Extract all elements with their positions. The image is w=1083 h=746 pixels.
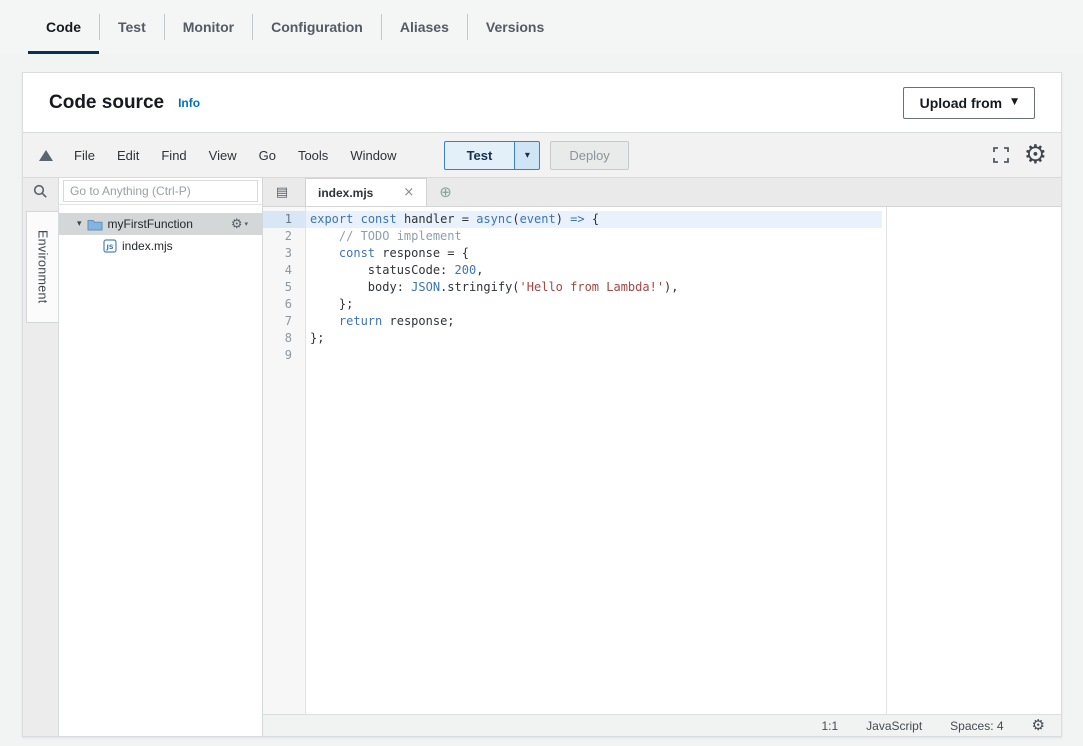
tab-monitor[interactable]: Monitor: [165, 0, 252, 54]
code-editor: ▤ index.mjs × ⊕ 123456789 export const h…: [263, 178, 1061, 736]
search-icon[interactable]: [23, 178, 58, 205]
gutter-line-2[interactable]: 2: [263, 228, 305, 245]
editor-tab-bar: ▤ index.mjs × ⊕: [263, 178, 1061, 207]
editor-workspace: Environment ▾ myFirstFu: [23, 178, 1061, 736]
gutter-line-3[interactable]: 3: [263, 245, 305, 262]
fullscreen-icon[interactable]: [992, 146, 1010, 164]
test-split-button: Test ▾: [444, 141, 541, 170]
gutter-line-9[interactable]: 9: [263, 347, 305, 364]
js-file-icon: JS: [103, 239, 117, 253]
tab-aliases[interactable]: Aliases: [382, 0, 467, 54]
tab-code[interactable]: Code: [28, 0, 99, 54]
tree-expander-icon[interactable]: ▾: [77, 219, 82, 229]
tree-settings-button[interactable]: ⚙ ▾: [231, 218, 248, 231]
code-content[interactable]: export const handler = async(event) => {…: [306, 207, 1061, 714]
code-source-panel: Code source Info Upload from ▼ FileEditF…: [22, 72, 1062, 737]
tab-list-icon[interactable]: ▤: [269, 178, 295, 206]
code-line-9[interactable]: [306, 347, 1061, 364]
function-tab-bar: CodeTestMonitorConfigurationAliasesVersi…: [0, 0, 1083, 54]
code-line-4[interactable]: statusCode: 200,: [306, 262, 1061, 279]
environment-label: Environment: [36, 230, 50, 303]
spaces-setting[interactable]: Spaces: 4: [950, 719, 1003, 733]
environment-tab[interactable]: Environment: [26, 211, 58, 323]
tab-test[interactable]: Test: [100, 0, 164, 54]
code-line-6[interactable]: };: [306, 296, 1061, 313]
editor-status-bar: 1:1 JavaScript Spaces: 4 ⚙: [263, 714, 1061, 736]
menu-file[interactable]: File: [63, 142, 106, 169]
menu-view[interactable]: View: [198, 142, 248, 169]
code-line-7[interactable]: return response;: [306, 313, 1061, 330]
code-source-header: Code source Info Upload from ▼: [23, 73, 1061, 133]
add-tab-icon[interactable]: ⊕: [439, 185, 452, 200]
code-line-8[interactable]: };: [306, 330, 1061, 347]
upload-from-button[interactable]: Upload from ▼: [903, 87, 1035, 119]
gutter-line-4[interactable]: 4: [263, 262, 305, 279]
chevron-down-icon: ▾: [244, 220, 248, 228]
test-dropdown-button[interactable]: ▾: [514, 141, 540, 170]
gutter-line-1[interactable]: 1: [263, 211, 305, 228]
menu-edit[interactable]: Edit: [106, 142, 150, 169]
upload-from-label: Upload from: [920, 95, 1002, 111]
tab-versions[interactable]: Versions: [468, 0, 562, 54]
menu-find[interactable]: Find: [150, 142, 197, 169]
toolbar-right-icons: ⚙: [992, 142, 1061, 168]
tab-configuration[interactable]: Configuration: [253, 0, 381, 54]
editor-toolbar: FileEditFindViewGoToolsWindow Test ▾ Dep…: [23, 133, 1061, 178]
status-gear-icon[interactable]: ⚙: [1032, 718, 1045, 733]
gear-icon: ⚙: [231, 218, 243, 231]
close-icon[interactable]: ×: [403, 185, 414, 200]
code-line-1[interactable]: export const handler = async(event) => {: [306, 211, 882, 228]
file-tree: ▾ myFirstFunction ⚙ ▾: [59, 205, 262, 257]
code-area: 123456789 export const handler = async(e…: [263, 207, 1061, 714]
menu-go[interactable]: Go: [248, 142, 287, 169]
goto-anything-row: [59, 178, 262, 205]
menu-window[interactable]: Window: [339, 142, 407, 169]
menu-tools[interactable]: Tools: [287, 142, 339, 169]
tree-folder-row[interactable]: ▾ myFirstFunction ⚙ ▾: [59, 213, 262, 235]
file-tree-panel: ▾ myFirstFunction ⚙ ▾: [59, 178, 263, 736]
gutter-line-7[interactable]: 7: [263, 313, 305, 330]
folder-name: myFirstFunction: [108, 217, 193, 231]
code-line-2[interactable]: // TODO implement: [306, 228, 1061, 245]
folder-icon: [87, 218, 103, 231]
deploy-button[interactable]: Deploy: [550, 141, 628, 170]
line-number-gutter: 123456789: [263, 207, 306, 714]
page-title: Code source: [49, 92, 164, 114]
file-name: index.mjs: [122, 239, 173, 253]
gutter-line-8[interactable]: 8: [263, 330, 305, 347]
svg-text:JS: JS: [105, 243, 113, 251]
chevron-down-icon: ▼: [1011, 98, 1018, 107]
left-rail: Environment: [23, 178, 59, 736]
editor-tab-label: index.mjs: [318, 186, 373, 200]
test-button[interactable]: Test: [444, 141, 515, 170]
code-line-3[interactable]: const response = {: [306, 245, 1061, 262]
gutter-line-6[interactable]: 6: [263, 296, 305, 313]
gutter-line-5[interactable]: 5: [263, 279, 305, 296]
language-mode[interactable]: JavaScript: [866, 719, 922, 733]
editor-tab-index-mjs[interactable]: index.mjs ×: [305, 178, 427, 206]
settings-gear-icon[interactable]: ⚙: [1024, 142, 1047, 168]
cloud9-logo-icon: [39, 150, 53, 161]
tree-file-row[interactable]: JS index.mjs: [59, 235, 262, 257]
info-link[interactable]: Info: [178, 96, 200, 110]
editor-menubar: FileEditFindViewGoToolsWindow: [63, 142, 408, 169]
cursor-position[interactable]: 1:1: [821, 719, 838, 733]
goto-anything-input[interactable]: [63, 180, 258, 202]
code-line-5[interactable]: body: JSON.stringify('Hello from Lambda!…: [306, 279, 1061, 296]
